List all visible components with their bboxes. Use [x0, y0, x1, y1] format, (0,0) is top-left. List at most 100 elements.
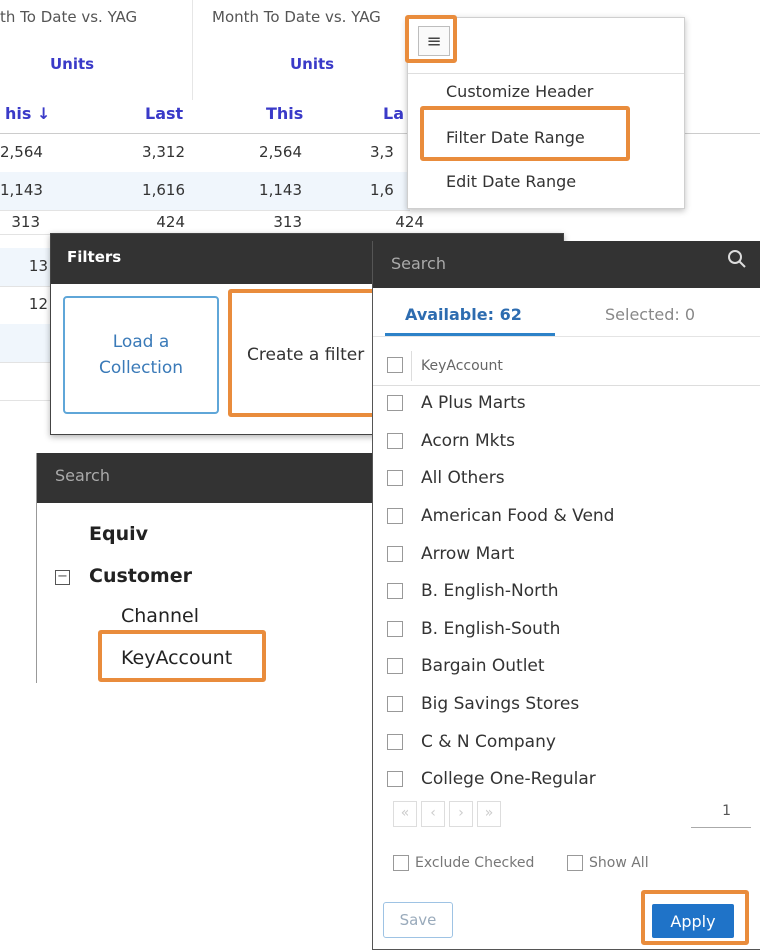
column-header-last[interactable]: La	[383, 104, 404, 123]
list-item[interactable]: Big Savings Stores	[373, 686, 760, 724]
select-all-checkbox[interactable]	[387, 357, 403, 373]
pager: « ‹ › »	[393, 801, 501, 827]
table-row: 313 424 313 424	[0, 210, 424, 235]
column-divider	[192, 0, 193, 100]
highlight-apply	[641, 890, 749, 945]
list-item[interactable]: American Food & Vend	[373, 498, 760, 536]
table-row: 1,143 1,616 1,143 1,6	[0, 172, 410, 211]
cell: 1,616	[142, 181, 185, 199]
item-checkbox[interactable]	[387, 658, 403, 674]
cell: 2,564	[259, 143, 302, 161]
table-row: 2,564 3,312 2,564 3,3	[0, 134, 410, 173]
cell: 313	[273, 213, 302, 231]
menu-divider	[408, 73, 684, 74]
cell: 12	[28, 295, 48, 313]
last-page-button[interactable]: »	[477, 801, 501, 827]
highlight-keyaccount	[98, 630, 266, 682]
list-item[interactable]: A Plus Marts	[373, 385, 760, 423]
column-header-this[interactable]: This	[266, 104, 303, 123]
table-row	[0, 362, 50, 401]
show-all-label: Show All	[589, 855, 649, 871]
page-number-input[interactable]: 1	[691, 803, 731, 819]
list-column-header: KeyAccount	[421, 358, 503, 374]
menu-item-customize-header[interactable]: Customize Header	[446, 82, 593, 101]
list-item[interactable]: Bargain Outlet	[373, 648, 760, 686]
highlight-filter-date-range	[420, 106, 630, 161]
column-header-this-sorted[interactable]: his ↓	[5, 104, 50, 123]
item-label: Bargain Outlet	[421, 656, 545, 676]
tab-available[interactable]: Available: 62	[405, 305, 522, 324]
item-label: Acorn Mkts	[421, 431, 515, 451]
list-item[interactable]: Acorn Mkts	[373, 423, 760, 461]
menu-item-edit-date-range[interactable]: Edit Date Range	[446, 172, 576, 191]
item-label: College One-Regular	[421, 769, 596, 789]
item-label: B. English-South	[421, 619, 561, 639]
item-label: C & N Company	[421, 732, 556, 752]
prev-page-button[interactable]: ‹	[421, 801, 445, 827]
tab-divider	[373, 336, 760, 337]
cell: 3,3	[370, 143, 394, 161]
list-item[interactable]: B. English-North	[373, 573, 760, 611]
item-checkbox[interactable]	[387, 734, 403, 750]
item-label: Big Savings Stores	[421, 694, 580, 714]
table-row: 12	[0, 286, 50, 325]
cell: 1,6	[370, 181, 394, 199]
item-checkbox[interactable]	[387, 433, 403, 449]
item-checkbox[interactable]	[387, 508, 403, 524]
cell: 424	[156, 213, 185, 231]
tab-selected[interactable]: Selected: 0	[605, 305, 695, 324]
item-checkbox[interactable]	[387, 470, 403, 486]
page-number-underline	[691, 827, 751, 828]
list-item[interactable]: All Others	[373, 460, 760, 498]
column-header-last[interactable]: Last	[145, 104, 183, 123]
collapse-icon[interactable]: −	[55, 570, 70, 585]
item-label: American Food & Vend	[421, 506, 615, 526]
header-divider	[411, 351, 412, 381]
list-item[interactable]: College One-Regular	[373, 761, 760, 799]
item-label: B. English-North	[421, 581, 559, 601]
tree-search-input[interactable]: Search	[55, 466, 110, 485]
cell: 1,143	[259, 181, 302, 199]
load-collection-button[interactable]: Load a Collection	[63, 296, 219, 414]
units-header: Units	[50, 55, 95, 73]
exclude-checked-checkbox[interactable]	[393, 855, 409, 871]
save-button[interactable]: Save	[383, 902, 453, 938]
cell: 13	[28, 257, 48, 275]
list-header: KeyAccount	[373, 347, 760, 386]
list-item[interactable]: C & N Company	[373, 724, 760, 762]
cell: 2,564	[0, 143, 43, 161]
exclude-checked-label: Exclude Checked	[415, 855, 535, 871]
next-page-button[interactable]: ›	[449, 801, 473, 827]
highlight-create-filter	[228, 289, 376, 417]
cell: 424	[395, 213, 424, 231]
first-page-button[interactable]: «	[393, 801, 417, 827]
value-search-input[interactable]: Search	[391, 254, 446, 273]
load-collection-label: Load a	[112, 332, 170, 352]
value-list-panel: Search Available: 62 Selected: 0 KeyAcco…	[372, 241, 760, 950]
show-all-checkbox[interactable]	[567, 855, 583, 871]
table-row: 13	[0, 248, 50, 287]
list-item[interactable]: B. English-South	[373, 611, 760, 649]
item-checkbox[interactable]	[387, 621, 403, 637]
item-checkbox[interactable]	[387, 771, 403, 787]
highlight-menu-icon	[405, 15, 457, 63]
column-group-header: th To Date vs. YAG	[0, 8, 138, 26]
item-label: Arrow Mart	[421, 544, 515, 564]
item-checkbox[interactable]	[387, 583, 403, 599]
tree-node-customer[interactable]: Customer	[89, 565, 192, 587]
cell: 1,143	[0, 181, 43, 199]
units-header: Units	[290, 55, 335, 73]
item-label: A Plus Marts	[421, 393, 526, 413]
tree-node-equiv[interactable]: Equiv	[89, 523, 148, 545]
cell: 313	[11, 213, 40, 231]
item-checkbox[interactable]	[387, 546, 403, 562]
filters-title: Filters	[67, 248, 122, 266]
tree-node-channel[interactable]: Channel	[121, 605, 199, 627]
item-checkbox[interactable]	[387, 696, 403, 712]
load-collection-label: Collection	[98, 358, 184, 378]
search-icon[interactable]	[727, 249, 747, 269]
item-checkbox[interactable]	[387, 395, 403, 411]
list-item[interactable]: Arrow Mart	[373, 536, 760, 574]
item-label: All Others	[421, 468, 505, 488]
column-group-header[interactable]: Month To Date vs. YAG	[212, 8, 381, 26]
